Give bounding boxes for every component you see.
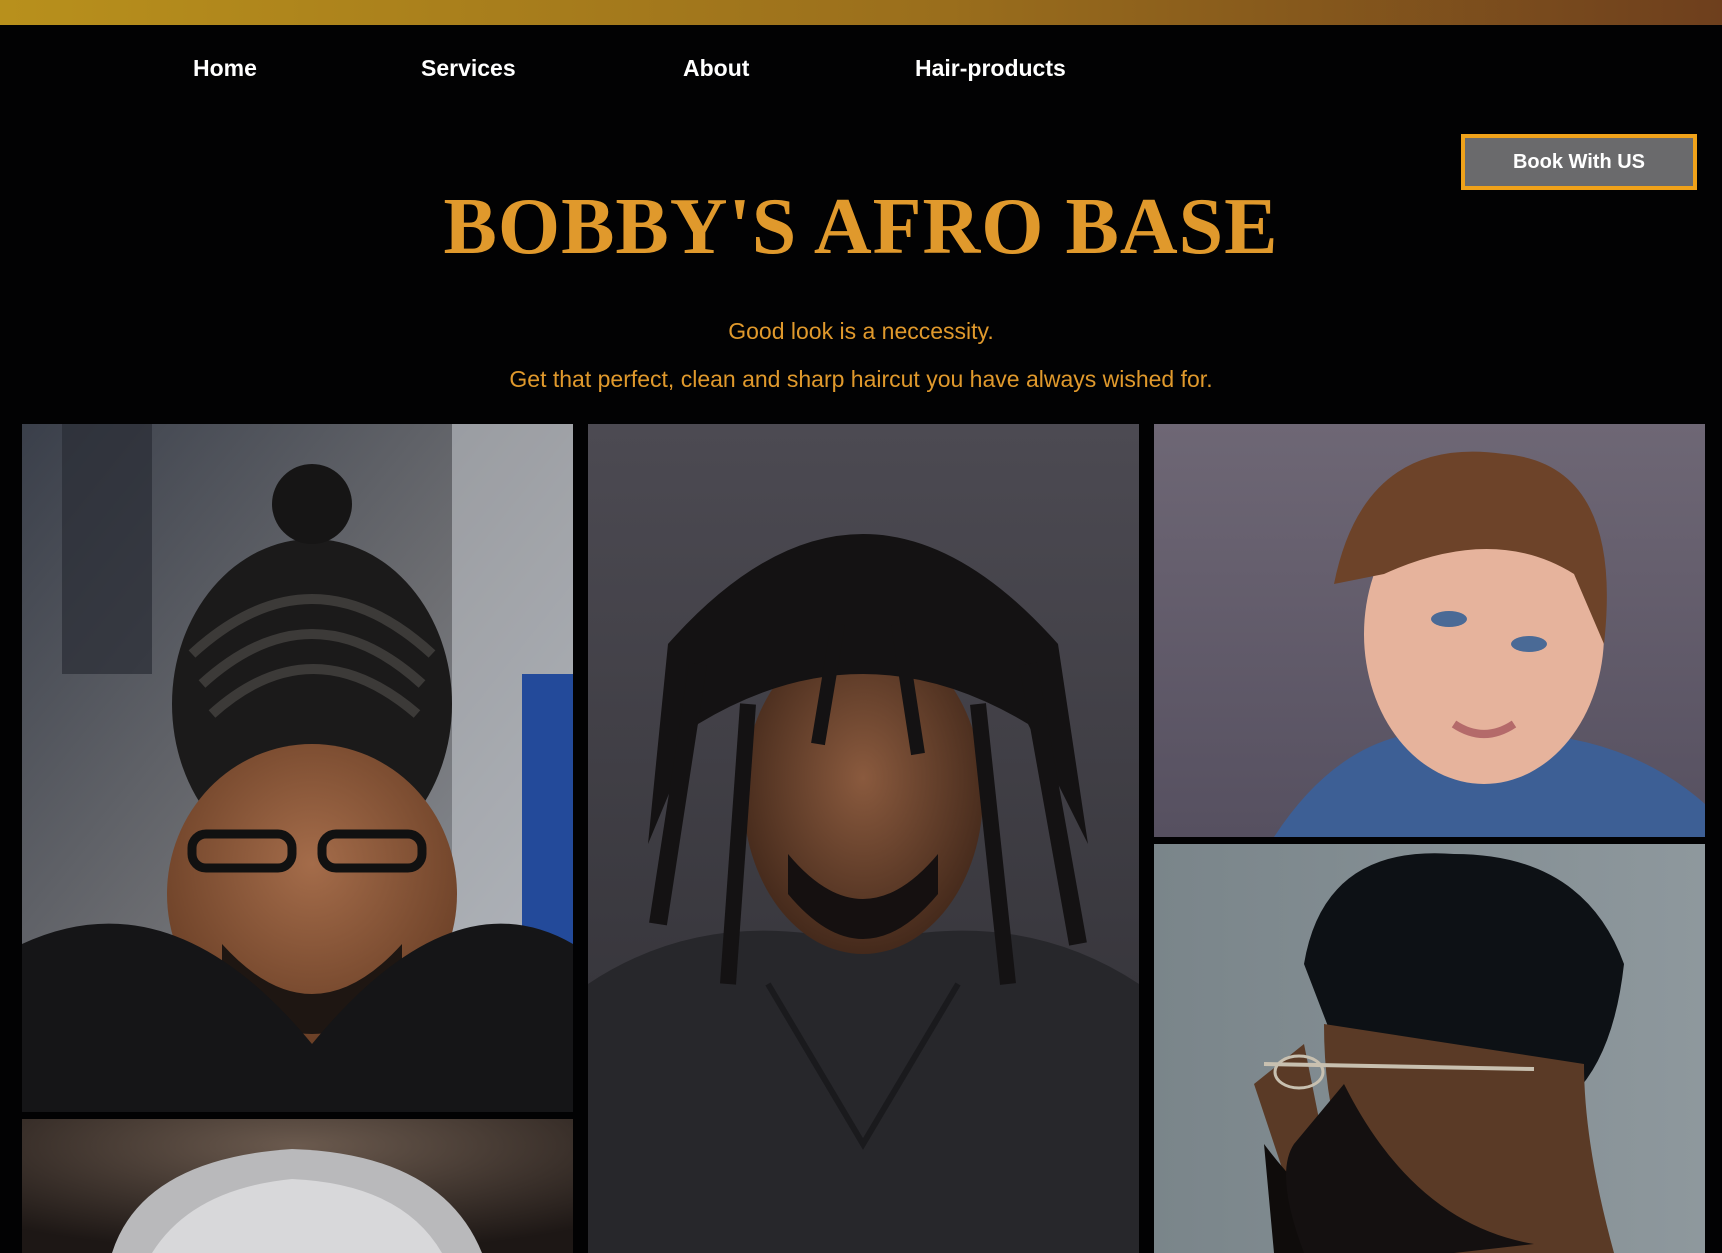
braids-photo-image bbox=[22, 424, 573, 1112]
gallery-photo-grey-hair[interactable] bbox=[22, 1119, 573, 1253]
side-swept-photo-image bbox=[1154, 424, 1705, 837]
nav-link-home[interactable]: Home bbox=[193, 55, 257, 82]
tagline-secondary: Get that perfect, clean and sharp haircu… bbox=[509, 366, 1213, 392]
tagline-primary: Good look is a neccessity. bbox=[728, 318, 994, 344]
gallery-photo-braids[interactable] bbox=[22, 424, 573, 1112]
gallery-photo-fade-beard[interactable] bbox=[1154, 844, 1705, 1253]
gallery-photo-dreadlocks[interactable] bbox=[588, 424, 1139, 1253]
grey-hair-photo-image bbox=[22, 1119, 573, 1253]
nav-link-about[interactable]: About bbox=[683, 55, 749, 82]
fade-beard-photo-image bbox=[1154, 844, 1705, 1253]
main-navigation: Home Services About Hair-products bbox=[0, 25, 1722, 115]
page-title: BOBBY'S AFRO BASE bbox=[443, 183, 1279, 271]
nav-link-hair-products[interactable]: Hair-products bbox=[915, 55, 1066, 82]
dreadlocks-photo-image bbox=[588, 424, 1139, 1253]
top-accent-bar bbox=[0, 0, 1722, 25]
gallery-photo-side-swept[interactable] bbox=[1154, 424, 1705, 837]
nav-link-services[interactable]: Services bbox=[421, 55, 516, 82]
